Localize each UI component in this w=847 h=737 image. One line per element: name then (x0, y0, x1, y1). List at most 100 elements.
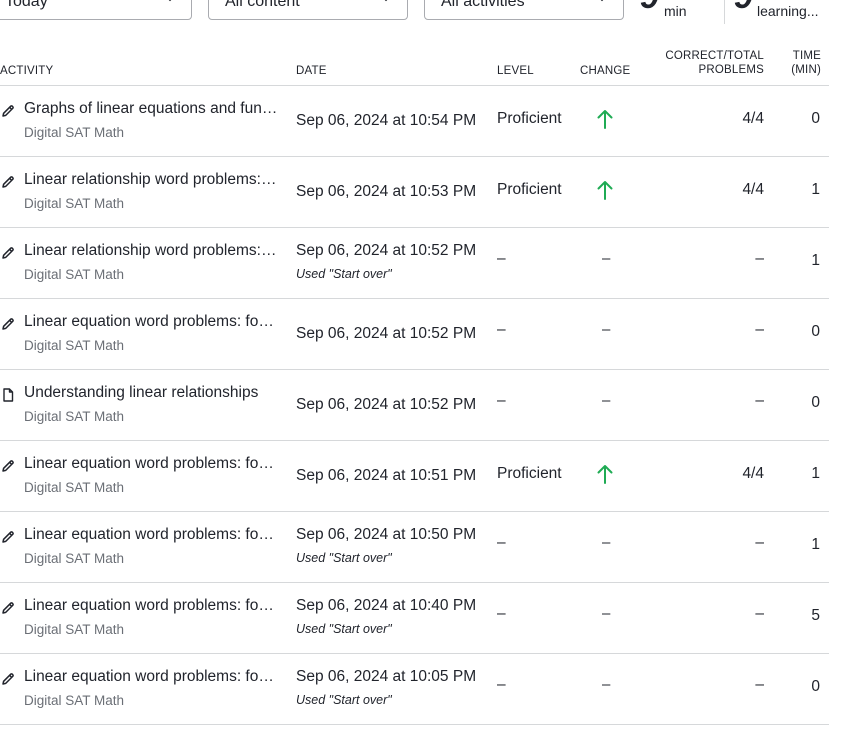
table-header: Activity Date Level Change Correct/Total… (0, 44, 829, 86)
activity-date: Sep 06, 2024 at 10:52 PM (296, 242, 477, 259)
column-header-level: Level (497, 65, 534, 77)
mastery-level: Proficient (497, 110, 562, 127)
article-icon (3, 388, 14, 402)
change-empty: – (602, 392, 611, 409)
activity-date: Sep 06, 2024 at 10:05 PM (296, 668, 477, 685)
activity-course-label: Digital SAT Math (24, 125, 125, 140)
time-minutes-value: 0 (811, 394, 820, 411)
column-header-change: Change (580, 65, 631, 77)
start-over-note: Used "Start over" (296, 267, 392, 281)
activity-course-label: Digital SAT Math (24, 551, 125, 566)
mastery-level: – (497, 392, 506, 409)
column-header-correct-total: Correct/Total Problems (665, 49, 764, 77)
column-header-correct-line2: Problems (698, 64, 764, 76)
activity-course-label: Digital SAT Math (24, 693, 125, 708)
minutes-stat-value: 9 (640, 0, 659, 14)
column-header-time-line2: (min) (791, 64, 821, 76)
activity-course-label: Digital SAT Math (24, 622, 125, 637)
date-filter-value: Today (5, 0, 48, 10)
activity-title-link[interactable]: Linear equation word problems: foundatio… (24, 526, 280, 544)
change-empty: – (602, 321, 611, 338)
pencil-icon (2, 176, 14, 188)
activity-date: Sep 06, 2024 at 10:51 PM (296, 467, 477, 484)
mastery-level: – (497, 321, 506, 338)
correct-total-value: 4/4 (742, 465, 764, 482)
date-filter-dropdown[interactable]: Today (0, 0, 192, 20)
content-filter-value: All content (225, 0, 300, 10)
mastery-level: – (497, 250, 506, 267)
activity-course-label: Digital SAT Math (24, 338, 125, 353)
pencil-icon (2, 460, 14, 472)
activity-date: Sep 06, 2024 at 10:53 PM (296, 183, 477, 200)
time-minutes-value: 0 (811, 678, 820, 695)
pencil-icon (2, 673, 14, 685)
activity-course-label: Digital SAT Math (24, 480, 125, 495)
minutes-stat: 9 min (640, 0, 718, 26)
start-over-note: Used "Start over" (296, 622, 392, 636)
change-empty: – (602, 250, 611, 267)
table-row[interactable]: Linear equation word problems: foundatio… (0, 583, 829, 654)
correct-total-value: 4/4 (742, 181, 764, 198)
activity-title-link[interactable]: Linear equation word problems: foundatio… (24, 668, 280, 686)
activity-course-label: Digital SAT Math (24, 196, 125, 211)
correct-total-value: – (755, 605, 764, 622)
activity-date: Sep 06, 2024 at 10:52 PM (296, 325, 477, 342)
column-header-time: Time (min) (791, 49, 821, 77)
activity-course-label: Digital SAT Math (24, 409, 125, 424)
activity-title-link[interactable]: Understanding linear relationships (24, 384, 280, 402)
correct-total-value: – (755, 321, 764, 338)
change-empty: – (602, 605, 611, 622)
arrow-up-icon (597, 110, 613, 129)
time-minutes-value: 0 (811, 110, 820, 127)
chevron-down-icon (600, 0, 604, 2)
pencil-icon (2, 105, 14, 117)
table-row[interactable]: Linear equation word problems: foundatio… (0, 654, 829, 725)
activity-title-link[interactable]: Linear relationship word problems: found… (24, 171, 280, 189)
time-minutes-value: 1 (811, 181, 820, 198)
activity-title-link[interactable]: Linear relationship word problems: found… (24, 242, 280, 260)
table-row[interactable]: Linear equation word problems: foundatio… (0, 299, 829, 370)
table-row[interactable]: Linear relationship word problems: found… (0, 157, 829, 228)
activity-filter-dropdown[interactable]: All activities (424, 0, 624, 20)
change-empty: – (602, 534, 611, 551)
table-row[interactable]: Linear equation word problems: foundatio… (0, 441, 829, 512)
column-header-date: Date (296, 65, 327, 77)
minutes-stat-label: min (664, 3, 687, 19)
activity-table-body: Graphs of linear equations and functions… (0, 86, 829, 725)
skills-stat: 9 learning... (734, 0, 847, 26)
start-over-note: Used "Start over" (296, 551, 392, 565)
activity-date: Sep 06, 2024 at 10:52 PM (296, 396, 477, 413)
content-filter-dropdown[interactable]: All content (208, 0, 408, 20)
activity-date: Sep 06, 2024 at 10:50 PM (296, 526, 477, 543)
correct-total-value: – (755, 392, 764, 409)
pencil-icon (2, 602, 14, 614)
mastery-level: – (497, 534, 506, 551)
table-row[interactable]: Understanding linear relationships Digita… (0, 370, 829, 441)
correct-total-value: – (755, 250, 764, 267)
activity-course-label: Digital SAT Math (24, 267, 125, 282)
mastery-level: – (497, 676, 506, 693)
arrow-up-icon (597, 181, 613, 200)
skills-stat-label: learning... (757, 3, 819, 19)
activity-title-link[interactable]: Linear equation word problems: foundatio… (24, 313, 280, 331)
activity-title-link[interactable]: Graphs of linear equations and functions (24, 100, 280, 118)
change-empty: – (602, 676, 611, 693)
chevron-down-icon (168, 0, 172, 2)
arrow-up-icon (597, 465, 613, 484)
time-minutes-value: 1 (811, 465, 820, 482)
start-over-note: Used "Start over" (296, 693, 392, 707)
skills-stat-value: 9 (734, 0, 753, 14)
correct-total-value: 4/4 (742, 110, 764, 127)
table-row[interactable]: Linear relationship word problems: found… (0, 228, 829, 299)
activity-filter-value: All activities (441, 0, 525, 10)
pencil-icon (2, 531, 14, 543)
activity-title-link[interactable]: Linear equation word problems: foundatio… (24, 455, 280, 473)
activity-date: Sep 06, 2024 at 10:54 PM (296, 112, 477, 129)
table-row[interactable]: Graphs of linear equations and functions… (0, 86, 829, 157)
activity-title-link[interactable]: Linear equation word problems: foundatio… (24, 597, 280, 615)
pencil-icon (2, 318, 14, 330)
mastery-level: Proficient (497, 181, 562, 198)
time-minutes-value: 0 (811, 323, 820, 340)
stat-divider (724, 0, 725, 24)
table-row[interactable]: Linear equation word problems: foundatio… (0, 512, 829, 583)
